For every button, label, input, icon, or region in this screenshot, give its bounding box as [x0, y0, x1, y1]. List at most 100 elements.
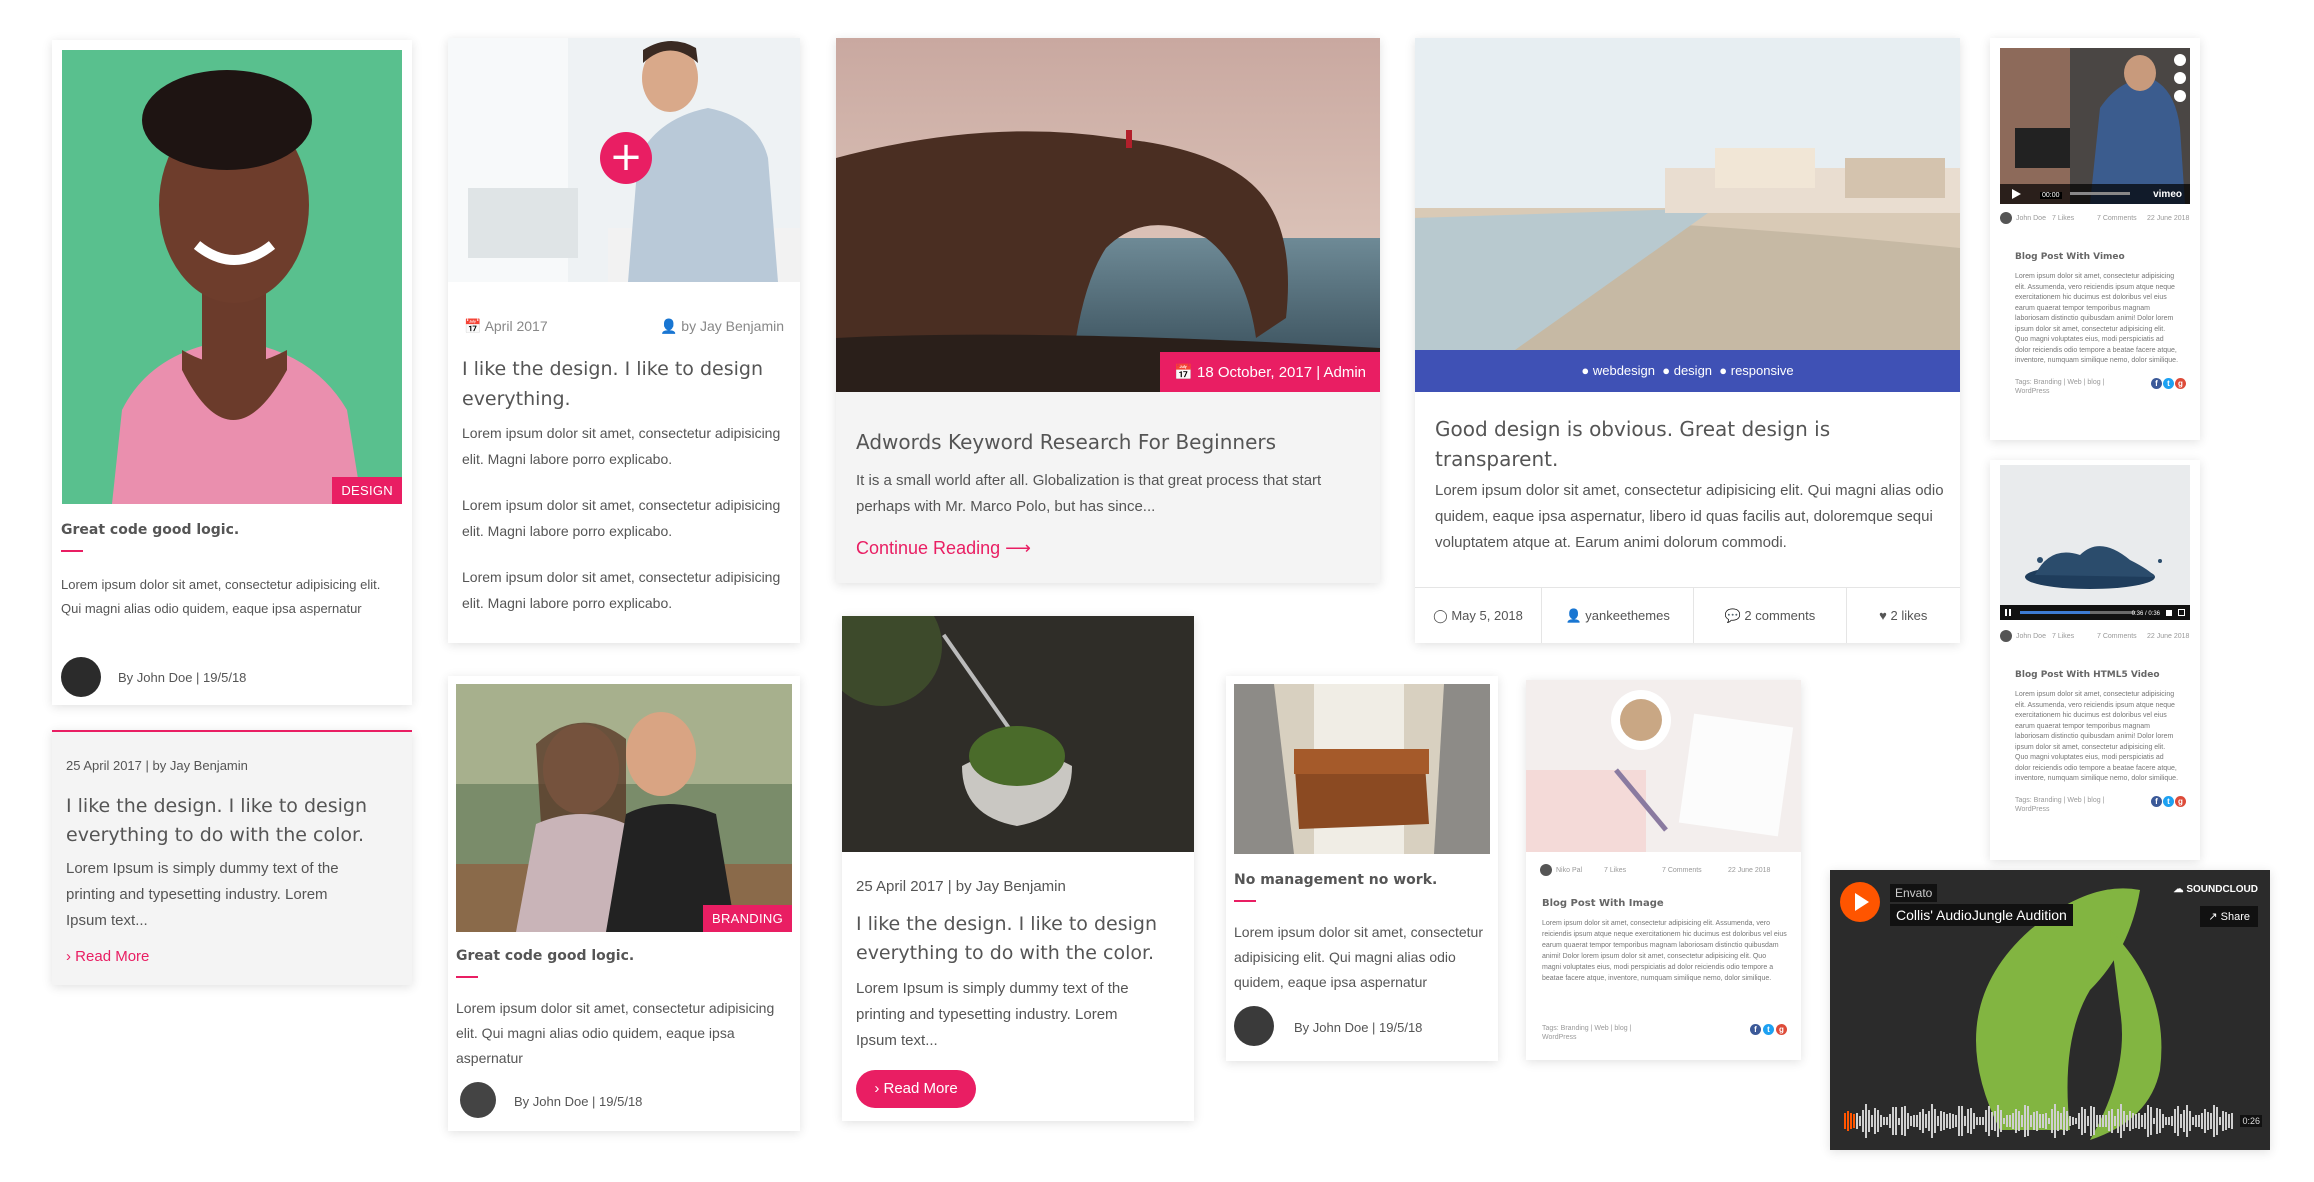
soundcloud-logo[interactable]: ☁ SOUNDCLOUD [2174, 884, 2258, 895]
card-title[interactable]: I like the design. I like to design ever… [66, 792, 396, 850]
waveform-bar [2126, 1114, 2128, 1128]
tags-line[interactable]: Tags: Branding | Web | blog | WordPress [1542, 1024, 1662, 1042]
waveform-bar [2228, 1113, 2230, 1128]
facebook-icon[interactable]: f [2151, 796, 2162, 807]
google-plus-icon[interactable]: g [2175, 796, 2186, 807]
google-plus-icon[interactable]: g [2175, 378, 2186, 389]
play-button[interactable] [1840, 882, 1880, 922]
waveform-bar [2084, 1108, 2086, 1134]
couple-image[interactable]: BRANDING [456, 684, 792, 932]
card-title[interactable]: Blog Post With Vimeo [2015, 252, 2125, 262]
read-more-link[interactable]: › Read More [66, 948, 149, 965]
waveform-bar [2006, 1114, 2008, 1128]
chevron-right-icon: › [874, 1080, 880, 1097]
card-title[interactable]: I like the design. I like to design ever… [462, 354, 792, 414]
share-icon[interactable] [2174, 90, 2186, 102]
waveform-bar [1925, 1114, 1927, 1128]
read-more-button[interactable]: › Read More [856, 1070, 976, 1108]
portrait-image[interactable]: DESIGN [62, 50, 402, 504]
html5-video-player[interactable]: 0:36 / 0:36 [2000, 465, 2190, 620]
waveform-bar [2015, 1109, 2017, 1133]
blog-card-vimeo: 00:00 vimeo John Doe 7 Likes 7 Comments … [1990, 38, 2200, 440]
author-line: By John Doe | 19/5/18 [514, 1094, 643, 1109]
progress-bar[interactable] [2070, 192, 2130, 195]
waveform-bar [2066, 1110, 2068, 1132]
waveform-bar [1916, 1114, 1918, 1128]
google-plus-icon[interactable]: g [1776, 1024, 1787, 1035]
waveform-bar [2141, 1114, 2143, 1128]
waveform-bar [2090, 1106, 2092, 1136]
category-tag[interactable]: DESIGN [332, 477, 402, 504]
category-tag[interactable]: BRANDING [702, 905, 792, 932]
waveform-bar [2201, 1112, 2203, 1130]
card-excerpt: Lorem ipsum dolor sit amet, consectetur … [1435, 482, 1944, 551]
waveform-bar [1889, 1114, 1891, 1128]
card-title[interactable]: Good design is obvious. Great design is … [1435, 414, 1935, 474]
waveform-bar [2192, 1117, 2194, 1125]
player-time: 00:00 [2040, 192, 2062, 199]
waveform-bar [2054, 1104, 2056, 1138]
track-title[interactable]: Collis' AudioJungle Audition [1890, 904, 2073, 926]
twitter-icon[interactable]: t [2163, 796, 2174, 807]
waveform-bar [2111, 1109, 2113, 1133]
tag-webdesign[interactable]: webdesign [1593, 363, 1655, 378]
satchel-image[interactable] [1234, 684, 1490, 854]
add-plus-button[interactable]: + [600, 132, 652, 184]
waveform-bar [1853, 1113, 1855, 1129]
meta-author: John Doe [2016, 214, 2046, 222]
beach-image[interactable] [1415, 38, 1960, 350]
card-title[interactable]: Great code good logic. [61, 522, 239, 538]
twitter-icon[interactable]: t [2163, 378, 2174, 389]
card-title[interactable]: I like the design. I like to design ever… [856, 910, 1186, 968]
share-button[interactable]: ↗ Share [2200, 906, 2258, 927]
waveform-bar [1940, 1110, 1942, 1132]
coffee-desk-image[interactable] [1526, 680, 1801, 852]
card-title[interactable]: Great code good logic. [456, 948, 634, 964]
facebook-icon[interactable]: f [1750, 1024, 1761, 1035]
date-badge[interactable]: 📅 18 October, 2017 | Admin [1160, 352, 1380, 392]
waveform-bar [1961, 1106, 1963, 1136]
player-time: 0:36 / 0:36 [2131, 611, 2160, 617]
play-icon[interactable] [2012, 189, 2021, 199]
clock-icon[interactable] [2174, 72, 2186, 84]
waveform[interactable] [1844, 1100, 2239, 1142]
uploader-name[interactable]: Envato [1890, 884, 1938, 902]
tags-line[interactable]: Tags: Branding | Web | blog | WordPress [2015, 796, 2125, 814]
meta-date: 22 June 2018 [2147, 214, 2190, 222]
twitter-icon[interactable]: t [1763, 1024, 1774, 1035]
footer-comments[interactable]: 💬 2 comments [1694, 588, 1847, 643]
card-title[interactable]: Blog Post With Image [1542, 898, 1664, 909]
card-excerpt: It is a small world after all. Globaliza… [856, 472, 1322, 515]
office-image[interactable]: + [448, 38, 800, 282]
blog-card-2: + 📅 April 2017 👤 by Jay Benjamin I like … [448, 38, 800, 643]
tags-line[interactable]: Tags: Branding | Web | blog | WordPress [2015, 378, 2125, 396]
waveform-bar [1943, 1112, 1945, 1130]
footer-author[interactable]: 👤 yankeethemes [1542, 588, 1695, 643]
vimeo-player[interactable]: 00:00 vimeo [2000, 48, 2190, 204]
card-title[interactable]: Blog Post With HTML5 Video [2015, 670, 2160, 680]
waveform-bar [2132, 1112, 2134, 1130]
footer-likes[interactable]: ♥ 2 likes [1847, 588, 1960, 643]
cloud-icon: ☁ [2173, 884, 2184, 895]
track-duration: 0:26 [2240, 1115, 2262, 1127]
pause-icon[interactable] [2005, 609, 2011, 616]
tag-responsive[interactable]: responsive [1731, 363, 1794, 378]
soundcloud-player[interactable]: Envato Collis' AudioJungle Audition ☁ SO… [1830, 870, 2270, 1150]
card-excerpt: Lorem ipsum dolor sit amet, consectetur … [456, 1000, 775, 1066]
tag-design[interactable]: design [1674, 363, 1712, 378]
card-title[interactable]: Adwords Keyword Research For Beginners [856, 430, 1276, 454]
author-avatar [460, 1082, 496, 1118]
clock-icon: ◯ [1433, 608, 1448, 623]
author-line: By John Doe | 19/5/18 [1294, 1020, 1423, 1035]
fullscreen-icon[interactable] [2178, 609, 2185, 616]
plant-image[interactable] [842, 616, 1194, 852]
meta-row: Niko Pal 7 Likes 7 Comments 22 June 2018 [1540, 862, 1790, 878]
volume-icon[interactable] [2166, 610, 2172, 616]
continue-reading-link[interactable]: Continue Reading ⟶ [856, 538, 1031, 559]
facebook-icon[interactable]: f [2151, 378, 2162, 389]
like-icon[interactable] [2174, 54, 2186, 66]
rock-arch-image[interactable]: 📅 18 October, 2017 | Admin [836, 38, 1380, 392]
waveform-bar [2018, 1110, 2020, 1132]
paragraph-1: Lorem ipsum dolor sit amet, consectetur … [462, 425, 781, 467]
card-title[interactable]: No management no work. [1234, 872, 1437, 888]
